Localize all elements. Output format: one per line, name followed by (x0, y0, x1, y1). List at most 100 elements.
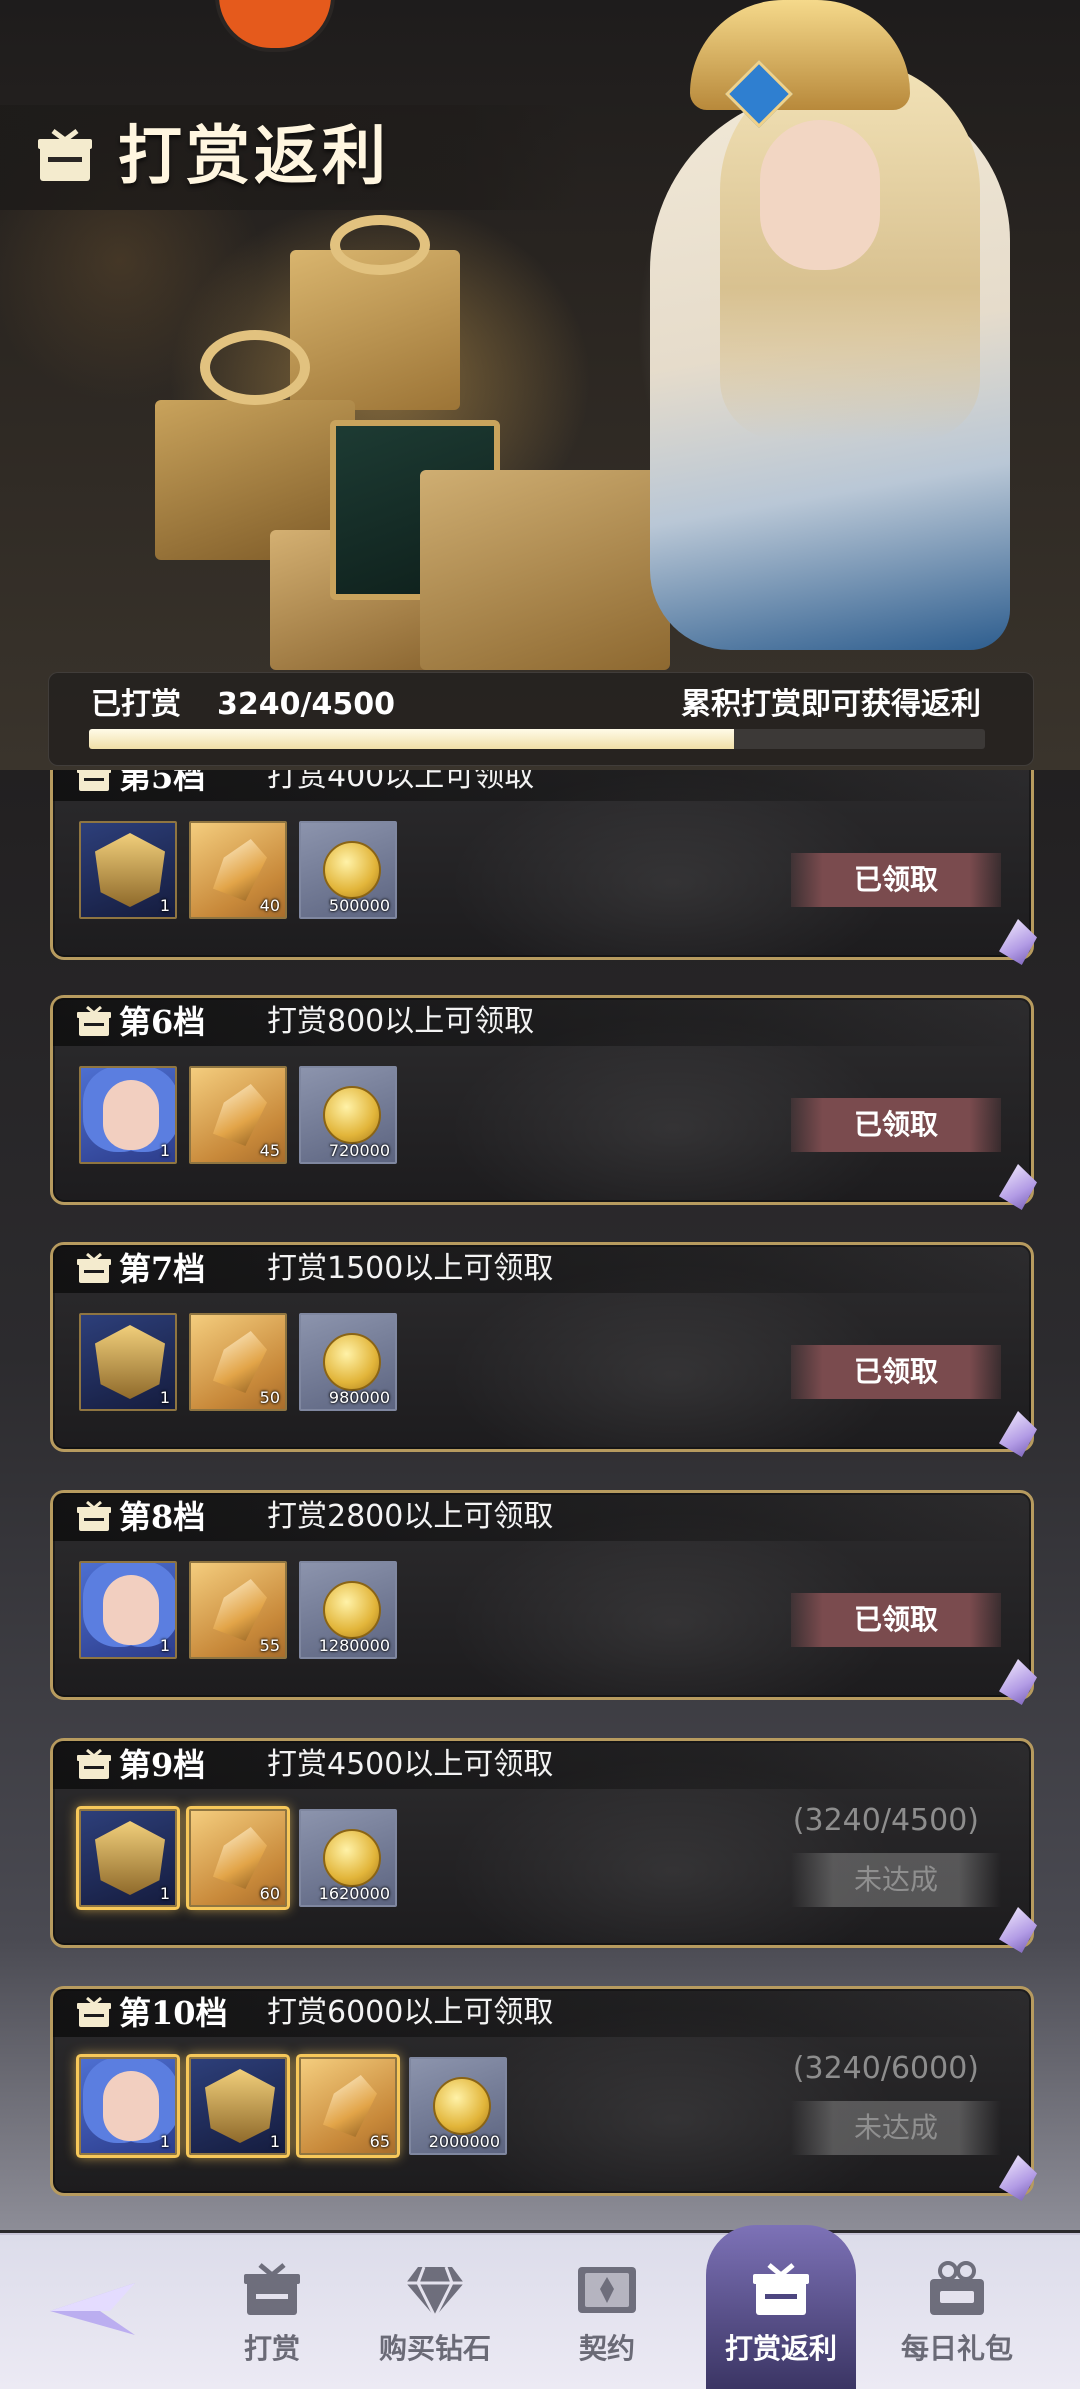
reward-item[interactable]: 1 (79, 1313, 177, 1411)
reward-item[interactable]: 1 (79, 1809, 177, 1907)
tier-card: 第10档 打赏6000以上可领取 1 1 65 2000000 (3240/6000) 未达成 (50, 1986, 1037, 2201)
reward-item[interactable]: 40 (189, 821, 287, 919)
tier-card: 第6档 打赏800以上可领取 1 45 720000 已领取 (50, 995, 1037, 1210)
tier-card: 第8档 打赏2800以上可领取 1 55 1280000 已领取 (50, 1490, 1037, 1705)
tier-header: 第6档 打赏800以上可领取 (53, 998, 1031, 1046)
item-count: 60 (259, 1884, 280, 1903)
reward-item[interactable]: 1 (79, 2057, 177, 2155)
reward-item[interactable]: 60 (189, 1809, 287, 1907)
reward-item[interactable]: 500000 (299, 821, 397, 919)
tier-header: 第8档 打赏2800以上可领取 (53, 1493, 1031, 1541)
reward-item[interactable]: 1 (79, 1561, 177, 1659)
blue-hair-hero-icon (103, 1080, 159, 1150)
reward-item[interactable]: 720000 (299, 1066, 397, 1164)
gold-shard-icon (213, 1827, 267, 1889)
item-count: 1280000 (318, 1636, 390, 1655)
claimed-button[interactable]: 已领取 (791, 1345, 1001, 1399)
gift-icon (77, 770, 111, 791)
reward-item[interactable]: 1280000 (299, 1561, 397, 1659)
daily-gift-icon (930, 2261, 984, 2315)
crystal-corner-icon (999, 1164, 1037, 1210)
reward-item[interactable]: 1 (79, 821, 177, 919)
tier-level: 第8档 (119, 1498, 206, 1536)
not-reached-button[interactable]: 未达成 (791, 2101, 1001, 2155)
item-count: 65 (369, 2132, 390, 2151)
tier-level: 第6档 (119, 1003, 206, 1041)
item-count: 45 (259, 1141, 280, 1160)
gold-coin-icon (323, 1829, 381, 1887)
gift-box-icon (244, 2263, 300, 2315)
reward-item[interactable]: 1 (79, 1066, 177, 1164)
gold-shard-icon (323, 2075, 377, 2137)
nav-tab-label: 每日礼包 (900, 2332, 1013, 2365)
nav-tab-reward[interactable]: 打赏 (197, 2235, 347, 2389)
nav-tab-rebate[interactable]: 打赏返利 (706, 2225, 856, 2389)
gold-shard-icon (213, 839, 267, 901)
contract-icon (578, 2267, 636, 2313)
total-progress-panel: 已打赏 3240/4500 累积打赏即可获得返利 (48, 672, 1034, 766)
tier-level: 第10档 (119, 1994, 228, 2032)
page-title: 打赏返利 (118, 120, 390, 194)
nav-tab-label: 打赏返利 (724, 2332, 837, 2365)
tier-condition: 打赏2800以上可领取 (267, 1499, 554, 1534)
nav-tab-label: 契约 (578, 2332, 635, 2365)
gift-icon (77, 1997, 111, 2027)
ribbon-bow (200, 330, 310, 405)
gold-shard-icon (213, 1579, 267, 1641)
crystal-corner-icon (999, 1659, 1037, 1705)
progress-bar-fill (89, 729, 735, 749)
item-count: 1 (269, 2132, 280, 2151)
item-count: 1 (159, 1141, 170, 1160)
gift-icon (38, 129, 92, 181)
item-count: 1 (159, 1636, 170, 1655)
nav-tab-buy-diamond[interactable]: 购买钻石 (360, 2235, 510, 2389)
back-arrow-icon[interactable] (40, 2273, 140, 2343)
tier-level: 第5档 (119, 770, 206, 796)
reward-item[interactable]: 2000000 (409, 2057, 507, 2155)
reward-item[interactable]: 1620000 (299, 1809, 397, 1907)
tier-condition: 打赏1500以上可领取 (267, 1251, 554, 1286)
item-count: 1 (159, 1388, 170, 1407)
rebate-gift-icon (753, 2263, 809, 2315)
golden-mask-hero-icon (95, 833, 165, 907)
blue-hair-hero-icon (103, 2071, 159, 2141)
claimed-button[interactable]: 已领取 (791, 853, 1001, 907)
tier-list[interactable]: 第5档 打赏400以上可领取 1 40 500000 已领取 第6档 打赏800以上可领取 1 4… (0, 770, 1080, 2230)
diamond-icon (406, 2266, 464, 2321)
claimed-button[interactable]: 已领取 (791, 1593, 1001, 1647)
golden-mask-hero-icon (95, 1821, 165, 1895)
tier-level: 第9档 (119, 1746, 206, 1784)
bottom-nav: 打赏 购买钻石 契约 打赏返利 每日礼包 (0, 2225, 1080, 2389)
item-count: 980000 (328, 1388, 390, 1407)
gold-coin-icon (433, 2077, 491, 2135)
not-reached-button[interactable]: 未达成 (791, 1853, 1001, 1907)
nav-tab-label: 购买钻石 (378, 2332, 491, 2365)
claimed-button[interactable]: 已领取 (791, 1098, 1001, 1152)
tier-card: 第7档 打赏1500以上可领取 1 50 980000 已领取 (50, 1242, 1037, 1457)
nav-tab-contract[interactable]: 契约 (532, 2235, 682, 2389)
gold-shard-icon (213, 1084, 267, 1146)
progress-hint: 累积打赏即可获得返利 (681, 687, 981, 722)
reward-item[interactable]: 980000 (299, 1313, 397, 1411)
gift-icon (77, 1749, 111, 1779)
progress-label: 已打赏 (91, 687, 181, 722)
reward-item[interactable]: 1 (189, 2057, 287, 2155)
tier-level: 第7档 (119, 1250, 206, 1288)
item-count: 1620000 (318, 1884, 390, 1903)
nav-tab-daily-gift[interactable]: 每日礼包 (882, 2235, 1032, 2389)
gift-box-illustration (420, 470, 670, 670)
item-count: 55 (259, 1636, 280, 1655)
user-avatar[interactable] (215, 0, 335, 52)
reward-item[interactable]: 45 (189, 1066, 287, 1164)
reward-item[interactable]: 55 (189, 1561, 287, 1659)
gold-shard-icon (213, 1331, 267, 1393)
reward-item[interactable]: 50 (189, 1313, 287, 1411)
tier-header: 第7档 打赏1500以上可领取 (53, 1245, 1031, 1293)
item-count: 1 (159, 896, 170, 915)
tier-condition: 打赏400以上可领取 (267, 770, 535, 794)
tier-header: 第5档 打赏400以上可领取 (53, 770, 1031, 801)
item-count: 40 (259, 896, 280, 915)
gift-icon (77, 1253, 111, 1283)
reward-item[interactable]: 65 (299, 2057, 397, 2155)
item-count: 720000 (328, 1141, 390, 1160)
